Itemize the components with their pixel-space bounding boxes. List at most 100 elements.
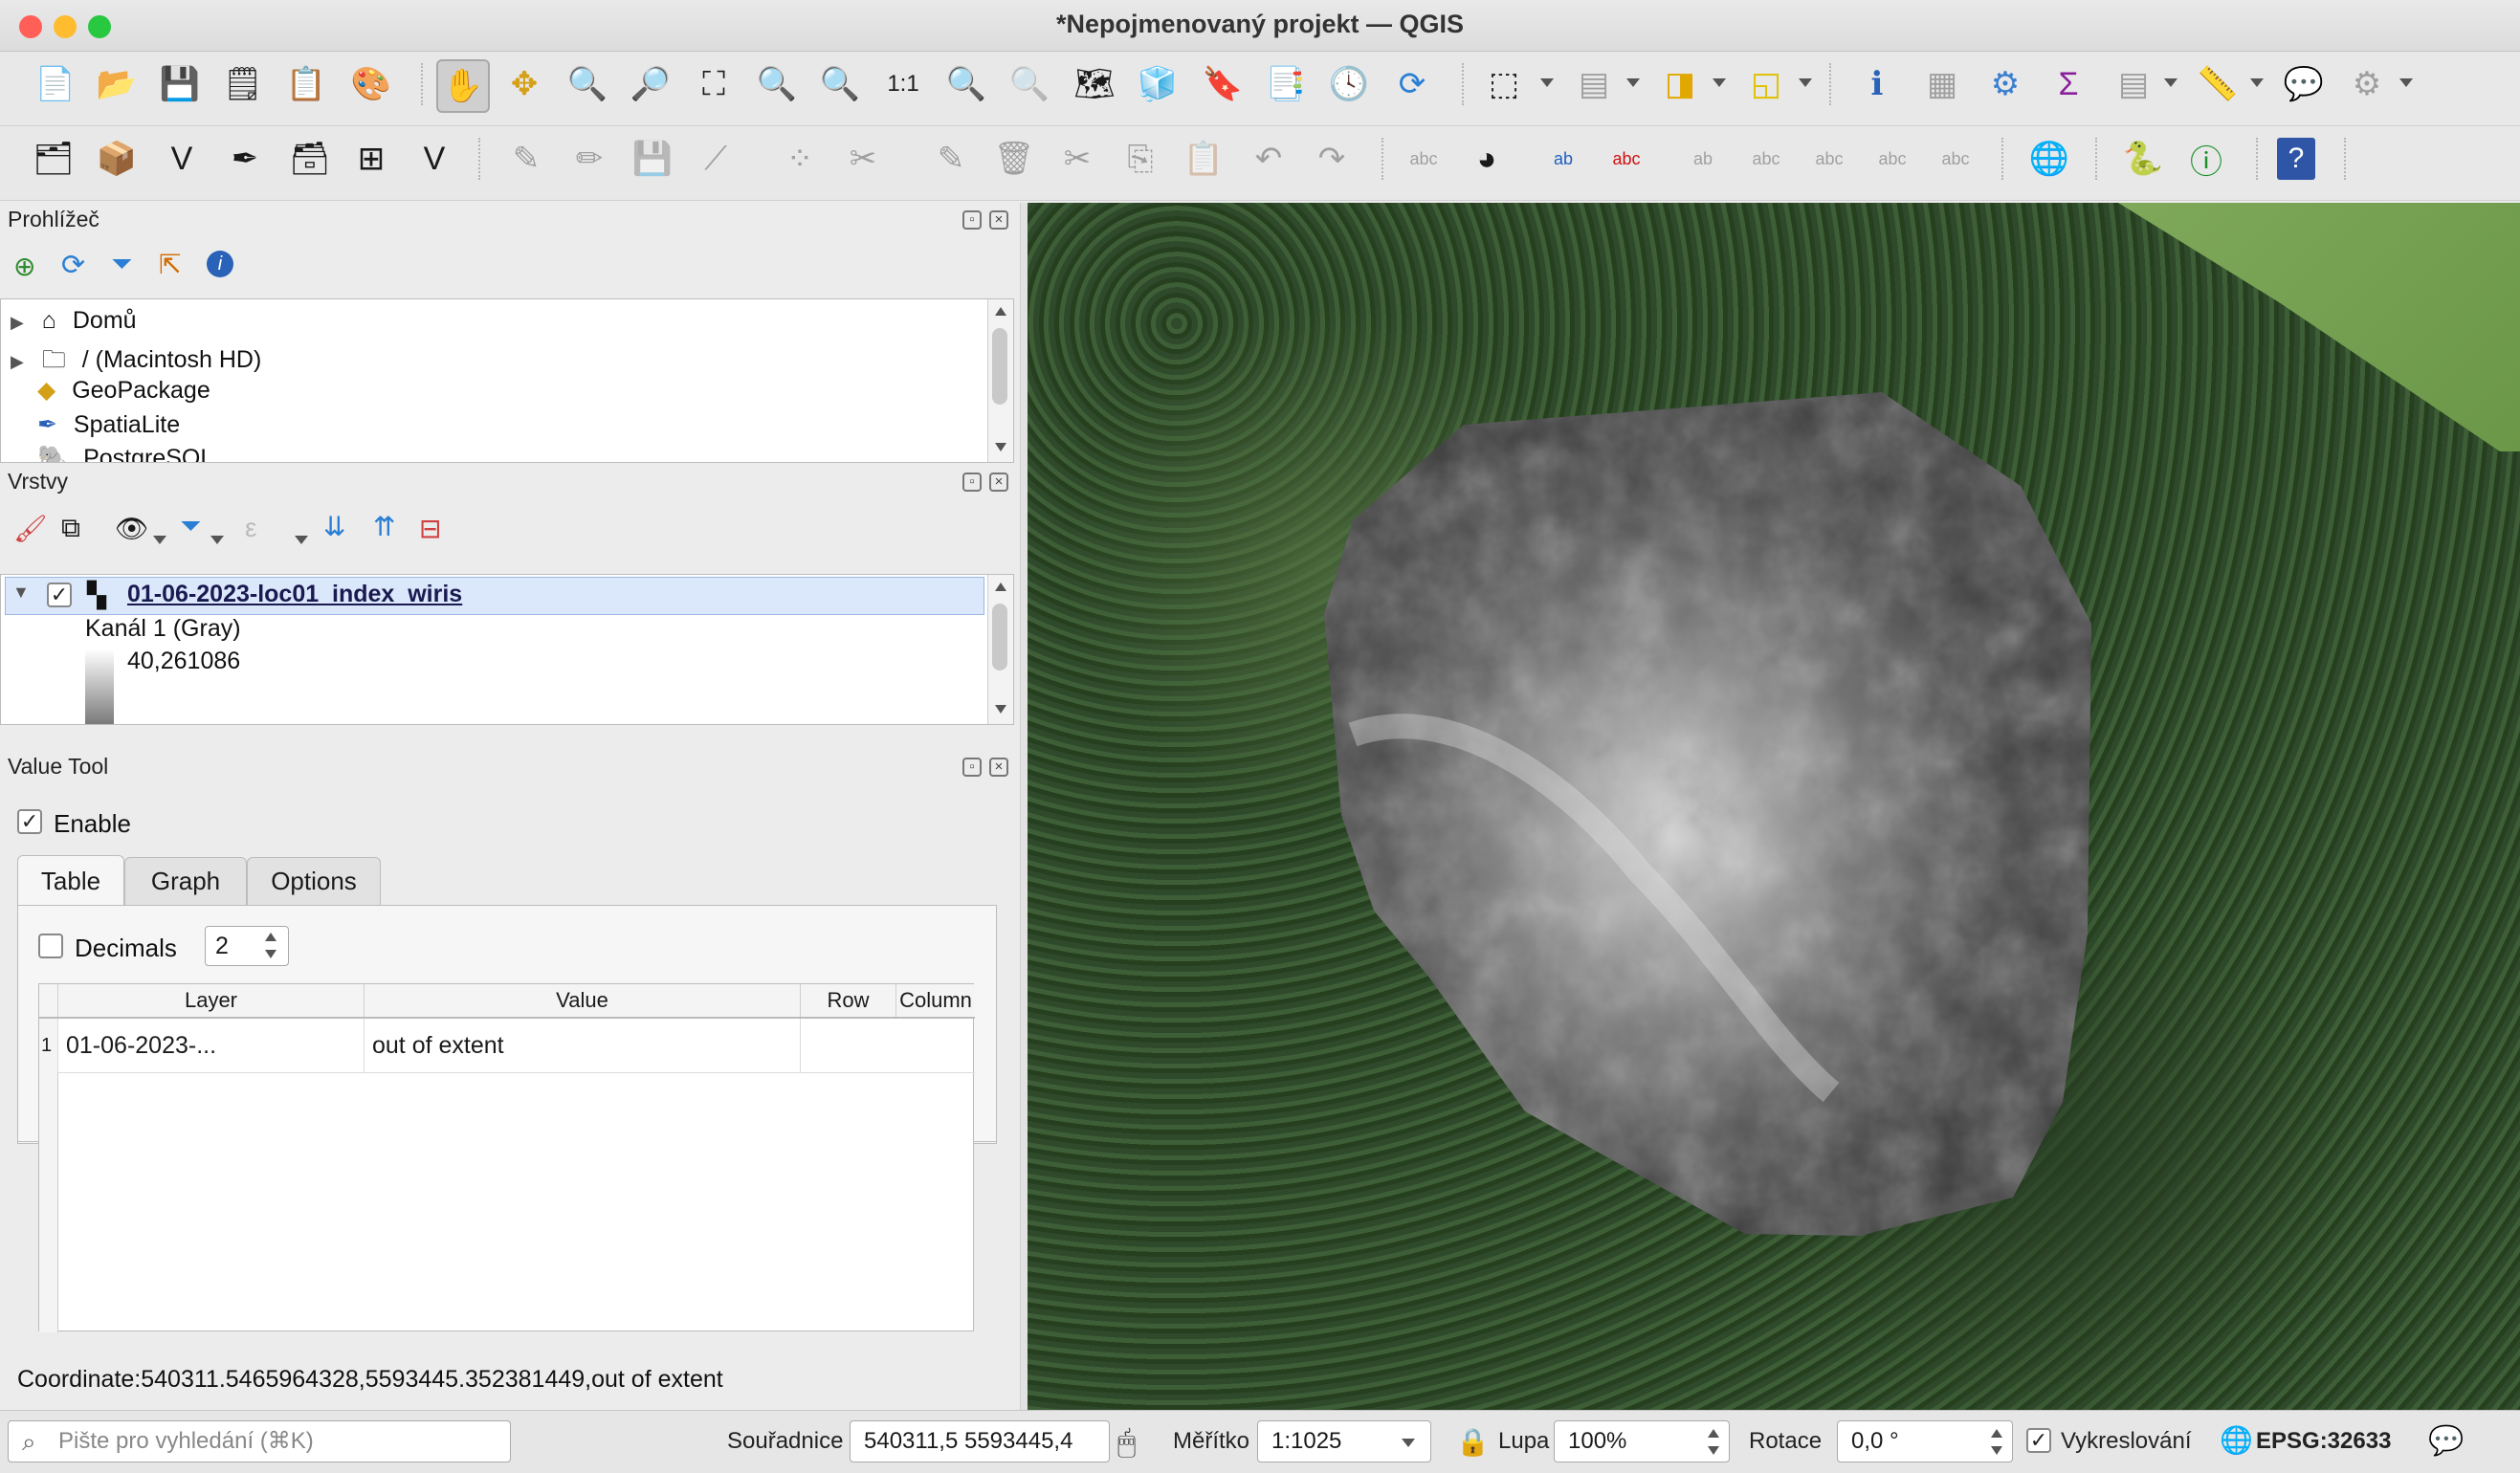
statistics-sum-icon[interactable]: Σ [2044, 59, 2093, 109]
spin-up-icon[interactable] [265, 933, 276, 941]
rotation-field[interactable]: 0,0 ° [1837, 1420, 2013, 1462]
chevron-down-icon[interactable] [1402, 1439, 1415, 1447]
float-panel-icon[interactable]: ▫ [962, 473, 982, 492]
save-project-icon[interactable]: 💾 [155, 59, 205, 109]
expand-arrow-icon[interactable]: ▶ [11, 313, 24, 332]
crs-globe-icon[interactable]: 🌐 [2220, 1424, 2253, 1456]
zoom-to-selection-icon[interactable]: 🔍 [752, 59, 802, 109]
vertex-tool-icon[interactable]: ⁘ [775, 134, 825, 184]
add-group-icon[interactable]: ⧉ [61, 513, 80, 544]
processing-toolbox-icon[interactable]: ⚙ [1980, 59, 2030, 109]
coordinate-toggle-icon[interactable]: 🖱 [1117, 1424, 1136, 1461]
zoom-full-icon[interactable]: ⛶ [689, 59, 739, 109]
refresh-icon[interactable]: ⟳ [61, 249, 85, 282]
measure-icon[interactable]: 📏 [2193, 59, 2243, 109]
new-temporary-layer-icon[interactable]: 🗃 [285, 134, 335, 184]
spin-down-icon[interactable] [1708, 1446, 1719, 1455]
digitize-icon[interactable]: ✎ [501, 134, 551, 184]
edit-pencil-icon[interactable]: ✏ [564, 134, 614, 184]
spin-up-icon[interactable] [1991, 1429, 2002, 1438]
map-tips-icon[interactable]: 💬 [2279, 59, 2329, 109]
new-virtual-layer-icon[interactable]: ⊞ [346, 134, 396, 184]
scroll-down-icon[interactable] [995, 705, 1006, 714]
pan-to-selection-icon[interactable]: ✥ [499, 59, 549, 109]
settings-gear-icon[interactable]: ⚙ [2342, 59, 2392, 109]
scroll-thumb[interactable] [992, 328, 1007, 405]
visibility-eye-icon[interactable]: 👁 [115, 513, 149, 544]
redo-icon[interactable]: ↷ [1307, 134, 1357, 184]
column-header-value[interactable]: Value [365, 984, 801, 1017]
lock-icon[interactable]: 🔒 [1456, 1426, 1490, 1458]
select-by-location-icon[interactable]: ◱ [1741, 59, 1791, 109]
column-header-layer[interactable]: Layer [58, 984, 365, 1017]
search-input[interactable]: ⌕ Pište pro vyhledání (⌘K) [8, 1420, 511, 1462]
new-geopackage-layer-icon[interactable]: 📦 [92, 134, 142, 184]
float-panel-icon[interactable]: ▫ [962, 758, 982, 777]
label-properties-icon[interactable]: abc [1931, 134, 1980, 184]
collapse-arrow-icon[interactable]: ▼ [12, 583, 30, 603]
filter-expression-icon[interactable]: ε [245, 513, 256, 543]
map-canvas[interactable] [1028, 203, 2520, 1410]
style-layer-icon[interactable]: 🖌 [13, 513, 48, 544]
copy-icon[interactable]: ⎘ [1116, 134, 1165, 184]
new-bookmark-icon[interactable]: 🔖 [1198, 59, 1248, 109]
layer-name[interactable]: 01-06-2023-loc01_index_wiris [127, 581, 462, 608]
close-panel-icon[interactable]: × [989, 210, 1008, 230]
browser-item-home[interactable]: ▶ ⌂ Domů [11, 307, 137, 335]
browser-scrollbar[interactable] [987, 299, 1013, 462]
browser-item-postgresql[interactable]: 🐘 PostgreSQL [37, 445, 213, 462]
python-icon[interactable]: 🐍 [2118, 134, 2168, 184]
zoom-last-icon[interactable]: 🔍 [941, 59, 991, 109]
open-attribute-table-icon[interactable]: ▦ [1917, 59, 1967, 109]
help-icon[interactable]: ? [2277, 138, 2315, 180]
tab-options[interactable]: Options [247, 857, 381, 905]
layers-scrollbar[interactable] [987, 575, 1013, 724]
globe-binoculars-icon[interactable]: 🌐 [2024, 134, 2074, 184]
identify-icon[interactable]: ℹ [1852, 59, 1902, 109]
info-icon[interactable]: i [207, 251, 233, 277]
tab-graph[interactable]: Graph [124, 857, 247, 905]
select-features-icon[interactable]: ⬚ [1479, 59, 1529, 109]
delete-selected-icon[interactable]: 🗑 [989, 134, 1039, 184]
new-shapefile-layer-icon[interactable]: V [157, 134, 207, 184]
label-icon[interactable]: abc [1399, 134, 1448, 184]
enable-checkbox[interactable]: ✓ [17, 809, 42, 834]
move-label-icon[interactable]: ab [1678, 134, 1728, 184]
float-panel-icon[interactable]: ▫ [962, 210, 982, 230]
render-checkbox[interactable]: ✓ [2026, 1428, 2051, 1453]
column-header-column[interactable]: Column [896, 984, 975, 1017]
deselect-icon[interactable]: ◨ [1655, 59, 1705, 109]
scroll-up-icon[interactable] [995, 583, 1006, 591]
temporal-controller-icon[interactable]: 🕓 [1324, 59, 1374, 109]
new-spatialite-layer-icon[interactable]: ✒ [220, 134, 270, 184]
add-selected-layers-icon[interactable]: ⊕ [13, 251, 35, 282]
scale-field[interactable]: 1:1025 [1257, 1420, 1431, 1462]
coordinate-field[interactable]: 540311,5 5593445,4 [850, 1420, 1110, 1462]
value-tool-icon[interactable]: ⓘ [2181, 134, 2231, 184]
messages-icon[interactable]: 💬 [2428, 1424, 2464, 1458]
filter-legend-icon[interactable]: ⏷ [180, 511, 201, 542]
save-edits-icon[interactable]: 💾 [628, 134, 677, 184]
style-manager-icon[interactable]: 🎨 [346, 59, 396, 109]
spin-down-icon[interactable] [265, 950, 276, 958]
scroll-thumb[interactable] [992, 604, 1007, 671]
new-3d-view-icon[interactable]: 🧊 [1133, 59, 1183, 109]
browser-item-geopackage[interactable]: ◆ GeoPackage [37, 376, 210, 405]
change-label-icon[interactable]: abc [1868, 134, 1917, 184]
collapse-all-icon[interactable]: ⇱ [159, 249, 181, 280]
layout-manager-icon[interactable]: 📋 [281, 59, 331, 109]
zoom-to-layer-icon[interactable]: 🔍 [815, 59, 865, 109]
data-source-manager-icon[interactable]: 🗂 [29, 134, 78, 184]
show-bookmarks-icon[interactable]: 📑 [1261, 59, 1311, 109]
label-pin-icon[interactable]: ab [1538, 134, 1588, 184]
cut-icon[interactable]: ✂ [1052, 134, 1102, 184]
scroll-down-icon[interactable] [995, 443, 1006, 451]
zoom-next-icon[interactable]: 🔍 [1005, 59, 1054, 109]
collapse-all-icon[interactable]: ⇈ [373, 511, 395, 542]
crs-label[interactable]: EPSG:32633 [2256, 1428, 2391, 1455]
new-mesh-layer-icon[interactable]: V [409, 134, 459, 184]
show-hide-label-icon[interactable]: abc [1741, 134, 1791, 184]
undo-icon[interactable]: ↶ [1244, 134, 1293, 184]
spin-down-icon[interactable] [1991, 1446, 2002, 1455]
field-calculator-icon[interactable]: ▤ [2109, 59, 2158, 109]
